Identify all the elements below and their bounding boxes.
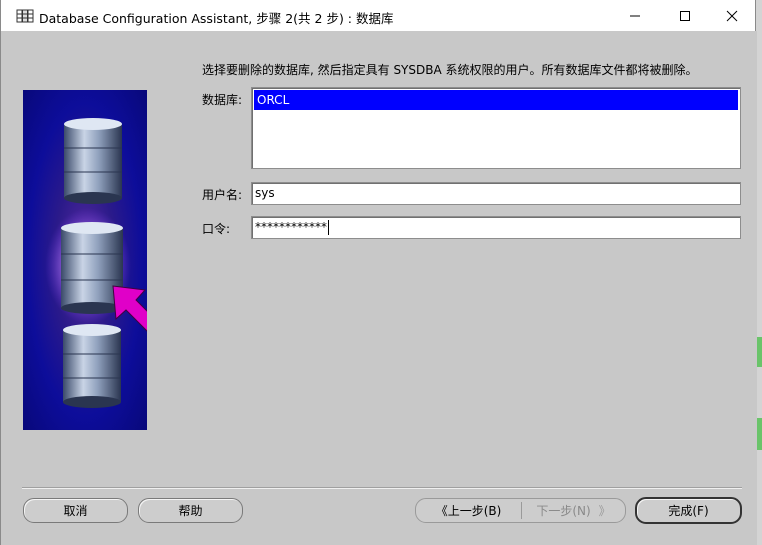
maximize-icon bbox=[680, 10, 690, 21]
dialog-content: 选择要删除的数据库, 然后指定具有 SYSDBA 系统权限的用户。所有数据库文件… bbox=[1, 31, 757, 545]
minimize-icon bbox=[630, 15, 640, 16]
help-button-label: 帮助 bbox=[178, 504, 203, 518]
finish-button-label: 完成(F) bbox=[668, 504, 709, 518]
instruction-text: 选择要删除的数据库, 然后指定具有 SYSDBA 系统权限的用户。所有数据库文件… bbox=[202, 63, 698, 77]
cylinder-bottom bbox=[63, 324, 121, 408]
title-bar[interactable]: Database Configuration Assistant, 步骤 2(共… bbox=[1, 0, 755, 31]
dialog-window: Database Configuration Assistant, 步骤 2(共… bbox=[0, 0, 757, 545]
back-button-label: 上一步(B) bbox=[447, 504, 502, 518]
maximize-button[interactable] bbox=[662, 0, 708, 31]
database-list-item[interactable]: ORCL bbox=[254, 90, 738, 110]
chevron-left-icon: 《 bbox=[435, 504, 448, 518]
cylinder-selected bbox=[61, 222, 123, 314]
password-value: ************ bbox=[255, 220, 327, 234]
password-label: 口令: bbox=[202, 222, 231, 236]
database-cylinders-graphic bbox=[45, 118, 147, 408]
database-app-icon bbox=[16, 9, 34, 23]
next-button[interactable]: 下一步(N) 》 bbox=[522, 499, 625, 522]
cancel-button[interactable]: 取消 bbox=[23, 498, 128, 523]
username-field[interactable]: sys bbox=[251, 182, 741, 205]
next-button-label: 下一步(N) bbox=[536, 504, 591, 518]
chevron-right-icon: 》 bbox=[598, 504, 611, 518]
database-list[interactable]: ORCL bbox=[251, 87, 741, 169]
text-caret bbox=[328, 220, 329, 235]
password-field[interactable]: ************ bbox=[251, 216, 741, 239]
help-button[interactable]: 帮助 bbox=[138, 498, 243, 523]
close-button[interactable] bbox=[709, 0, 755, 31]
minimize-button[interactable] bbox=[612, 0, 658, 31]
cancel-button-label: 取消 bbox=[63, 504, 88, 518]
back-button[interactable]: 《 上一步(B) bbox=[416, 499, 521, 522]
username-value: sys bbox=[255, 186, 275, 200]
database-label: 数据库: bbox=[202, 93, 243, 107]
database-illustration bbox=[23, 90, 147, 430]
window-title: Database Configuration Assistant, 步骤 2(共… bbox=[39, 11, 394, 26]
cylinder-top bbox=[64, 118, 122, 204]
button-separator bbox=[22, 487, 742, 489]
navigation-button-group: 《 上一步(B) 下一步(N) 》 bbox=[415, 498, 626, 523]
close-icon bbox=[726, 10, 738, 21]
username-label: 用户名: bbox=[202, 188, 243, 202]
finish-button[interactable]: 完成(F) bbox=[635, 497, 742, 524]
